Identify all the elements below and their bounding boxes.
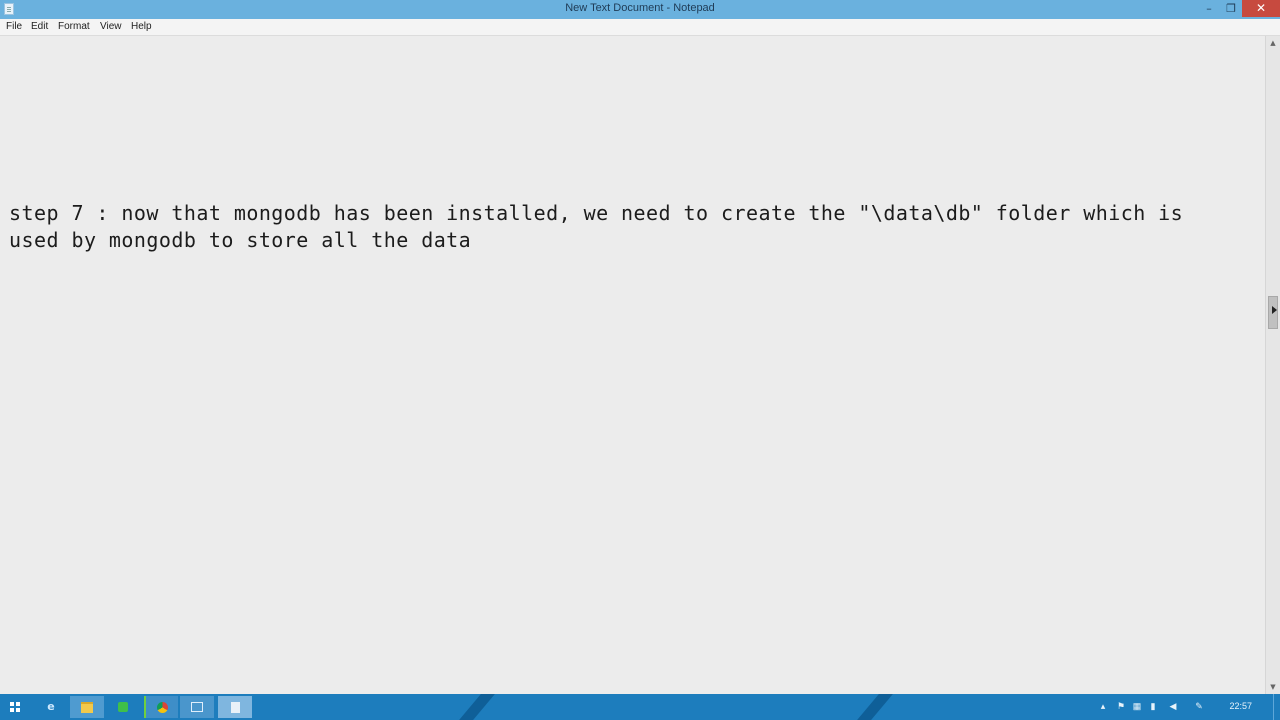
virtual-machine-button[interactable]: [180, 696, 214, 718]
taskbar-decoration: [459, 694, 495, 720]
notepad-icon: [230, 701, 240, 713]
internet-explorer-icon: e: [47, 700, 55, 713]
virtual-machine-icon: [191, 702, 203, 712]
editor-line-2: used by mongodb to store all the data: [9, 228, 472, 252]
battery-icon[interactable]: ▮: [1148, 701, 1158, 711]
file-explorer-button[interactable]: [70, 696, 104, 718]
menu-edit[interactable]: Edit: [31, 20, 48, 34]
green-app-button[interactable]: [106, 696, 140, 718]
close-button[interactable]: ✕: [1242, 0, 1280, 17]
window-title: New Text Document - Notepad: [565, 2, 715, 14]
action-center-flag-icon[interactable]: ⚑: [1116, 701, 1126, 711]
folder-icon: [81, 701, 93, 713]
taskbar-decoration: [857, 694, 893, 720]
menu-bar: File Edit Format View Help: [0, 19, 1280, 36]
system-tray: ▴ ⚑ ▦ ▮ ◀ ✎ 22:57: [1090, 694, 1280, 720]
menu-format[interactable]: Format: [58, 20, 90, 34]
vertical-scrollbar[interactable]: ▲ ▼: [1265, 36, 1280, 694]
chrome-button[interactable]: [144, 696, 178, 718]
pen-icon[interactable]: ✎: [1194, 701, 1204, 711]
show-hidden-icons-icon[interactable]: ▴: [1098, 701, 1108, 711]
internet-explorer-button[interactable]: e: [34, 696, 68, 718]
scroll-up-arrow-icon[interactable]: ▲: [1266, 36, 1280, 50]
close-icon: ✕: [1255, 1, 1267, 15]
network-icon[interactable]: ▦: [1132, 701, 1142, 711]
text-editor-area[interactable]: step 7 : now that mongodb has been insta…: [0, 36, 1265, 694]
menu-help[interactable]: Help: [131, 20, 152, 34]
chrome-icon: [156, 701, 168, 713]
speaker-icon[interactable]: ◀: [1168, 701, 1178, 711]
menu-view[interactable]: View: [100, 20, 122, 34]
title-bar[interactable]: New Text Document - Notepad – ❐ ✕: [0, 0, 1280, 19]
notepad-taskbar-button[interactable]: [218, 696, 252, 718]
menu-file[interactable]: File: [6, 20, 22, 34]
maximize-button[interactable]: ❐: [1218, 0, 1244, 17]
editor-line-1: step 7 : now that mongodb has been insta…: [9, 201, 1184, 225]
start-button[interactable]: [0, 696, 30, 718]
show-desktop-button[interactable]: [1273, 694, 1280, 720]
green-app-icon: [118, 702, 128, 712]
mouse-cursor-icon: [1272, 306, 1277, 314]
taskbar-clock[interactable]: 22:57: [1229, 701, 1252, 711]
taskbar: e ▴ ⚑ ▦ ▮ ◀ ✎ 22:57: [0, 694, 1280, 720]
windows-logo-icon: [10, 702, 20, 712]
scroll-down-arrow-icon[interactable]: ▼: [1266, 680, 1280, 694]
